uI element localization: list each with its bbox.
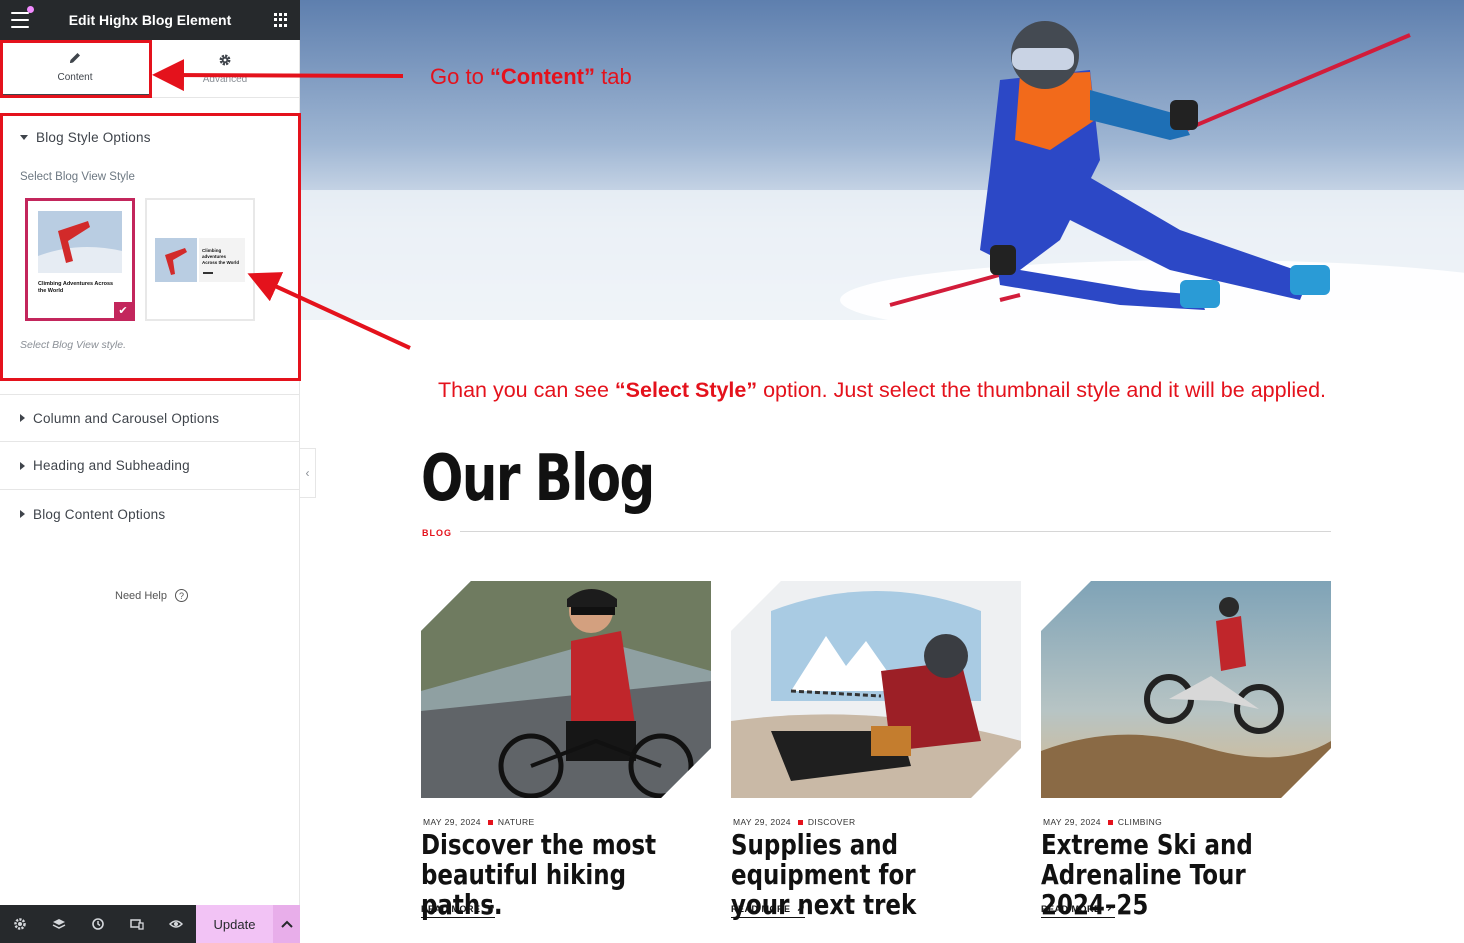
editor-footer: Update (0, 905, 300, 943)
read-more-link[interactable]: READ MORE ↗ (1041, 903, 1116, 918)
annotation-bold: “Select Style” (614, 378, 758, 402)
category-marker-icon (1107, 819, 1113, 825)
blog-heading: Our Blog (421, 442, 655, 516)
chevron-left-icon: ‹ (305, 466, 310, 480)
need-help-label: Need Help (115, 589, 167, 602)
annotation-text: Than you can see (438, 378, 615, 402)
help-circle-icon: ? (174, 589, 188, 602)
notification-dot (27, 6, 34, 13)
post-date: MAY 29, 2024 (423, 817, 481, 827)
arrow-up-right-icon: ↗ (796, 903, 806, 914)
blog-subheading: BLOG (422, 528, 452, 538)
section-heading-subheading[interactable]: Heading and Subheading (0, 442, 300, 490)
section-label: Heading and Subheading (33, 458, 190, 473)
menu-icon[interactable] (11, 12, 29, 28)
post-image-mountaineer[interactable] (731, 581, 1021, 798)
section-label: Column and Carousel Options (33, 410, 220, 426)
caret-right-icon (20, 461, 25, 470)
read-more-link[interactable]: READ MORE ↗ (731, 903, 806, 918)
editor-title: Edit Highx Blog Element (68, 12, 232, 28)
annotation-text: Go to (430, 64, 490, 89)
preview-eye-icon[interactable] (156, 905, 195, 943)
arrow-up-right-icon: ↗ (1106, 903, 1116, 914)
annotation-select-style-note: Than you can see “Select Style” option. … (438, 378, 1326, 403)
post-category[interactable]: DISCOVER (808, 817, 856, 827)
section-column-carousel-options[interactable]: Column and Carousel Options (0, 394, 300, 442)
need-help-link[interactable]: Need Help ? (115, 589, 188, 602)
collapse-panel-toggle[interactable]: ‹ (300, 448, 316, 498)
post-category[interactable]: CLIMBING (1118, 817, 1162, 827)
annotation-bold: “Content” (489, 64, 596, 89)
caret-right-icon (20, 414, 25, 422)
annotation-content-tab-note: Go to “Content” tab (430, 64, 632, 90)
annotation-text: option. Just select the thumbnail style … (757, 378, 1327, 402)
update-button[interactable]: Update (196, 905, 273, 943)
read-more-label: READ MORE (731, 903, 791, 914)
annotation-text: tab (595, 64, 632, 89)
section-blog-content-options[interactable]: Blog Content Options (0, 490, 300, 538)
editor-header: Edit Highx Blog Element (0, 0, 300, 40)
post-meta: MAY 29, 2024 NATURE (423, 817, 535, 827)
caret-right-icon (20, 510, 25, 518)
blog-divider (460, 531, 1331, 532)
category-marker-icon (487, 819, 493, 825)
tab-advanced-label: Advanced (202, 73, 248, 85)
category-marker-icon (797, 819, 803, 825)
widgets-grid-icon[interactable] (274, 13, 288, 27)
post-meta: MAY 29, 2024 DISCOVER (733, 817, 856, 827)
layers-icon[interactable] (39, 905, 78, 943)
arrow-up-right-icon: ↗ (486, 903, 496, 914)
post-meta: MAY 29, 2024 CLIMBING (1043, 817, 1162, 827)
read-more-link[interactable]: READ MORE ↗ (421, 903, 496, 918)
hero-image (300, 0, 1464, 320)
post-image-cyclist[interactable] (421, 581, 711, 798)
history-icon[interactable] (78, 905, 117, 943)
post-image-motocross[interactable] (1041, 581, 1331, 798)
chevron-up-icon[interactable] (273, 905, 300, 943)
responsive-icon[interactable] (117, 905, 156, 943)
annotation-highlight-content-tab (0, 40, 152, 98)
section-label: Blog Content Options (33, 506, 166, 522)
gear-icon (219, 54, 231, 65)
post-date: MAY 29, 2024 (733, 817, 791, 827)
annotation-highlight-style-section (0, 113, 301, 381)
read-more-label: READ MORE (1041, 903, 1101, 914)
post-category[interactable]: NATURE (498, 817, 535, 827)
tab-advanced[interactable]: Advanced (150, 40, 300, 97)
read-more-label: READ MORE (421, 903, 481, 914)
post-date: MAY 29, 2024 (1043, 817, 1101, 827)
settings-icon[interactable] (0, 905, 39, 943)
